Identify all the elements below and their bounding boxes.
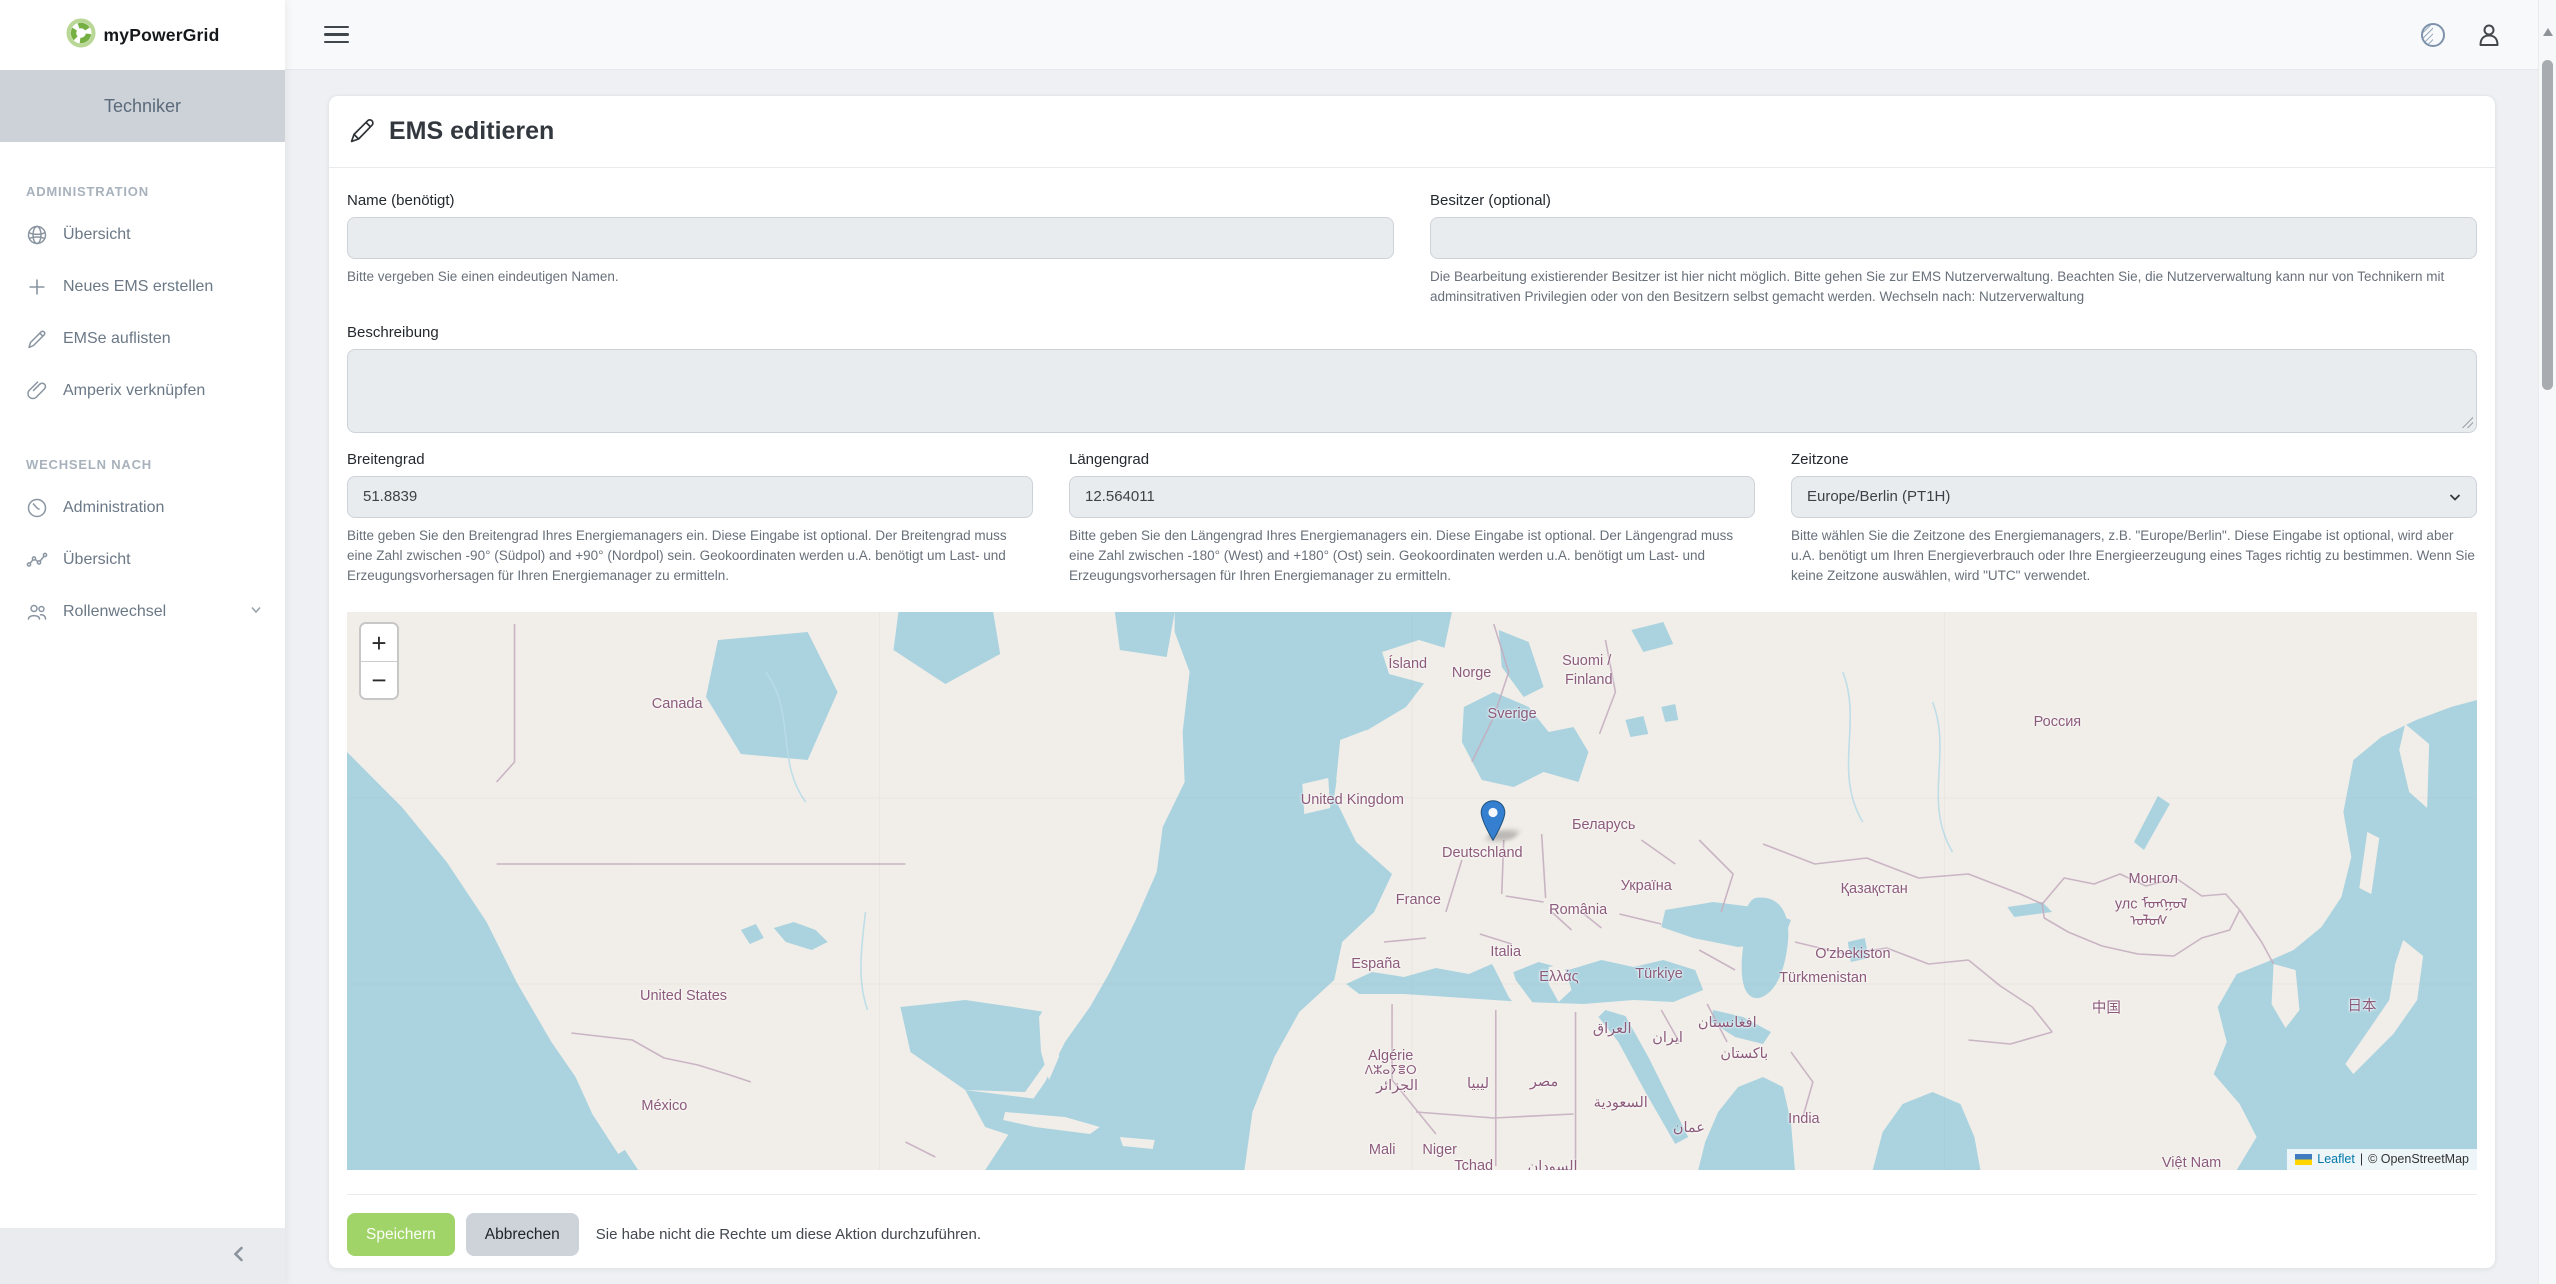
- sidebar: myPowerGrid Techniker ADMINISTRATION Übe…: [0, 0, 285, 1284]
- role-label: Techniker: [104, 96, 181, 117]
- name-help: Bitte vergeben Sie einen eindeutigen Nam…: [347, 267, 1394, 287]
- name-label: Name (benötigt): [347, 192, 1394, 209]
- compass-icon: [26, 497, 48, 519]
- sidebar-nav: ADMINISTRATION Übersicht Neues EMS erste…: [0, 142, 285, 1228]
- globe-icon: [26, 224, 48, 246]
- world-map-graphic: [347, 612, 2477, 1170]
- sidebar-item-label: Administration: [63, 499, 164, 517]
- besitzer-input[interactable]: [1430, 217, 2477, 259]
- sidebar-item-uebersicht[interactable]: Übersicht: [0, 209, 285, 261]
- map-zoom-control: + −: [359, 622, 399, 700]
- user-icon[interactable]: [2474, 20, 2504, 50]
- sidebar-section-administration: ADMINISTRATION: [0, 170, 285, 209]
- sidebar-item-uebersicht-2[interactable]: Übersicht: [0, 534, 285, 586]
- besitzer-label: Besitzer (optional): [1430, 192, 2477, 209]
- plus-icon: [26, 276, 48, 298]
- sidebar-item-amperix-verknuepfen[interactable]: Amperix verknüpfen: [0, 365, 285, 417]
- theme-contrast-icon[interactable]: [2418, 20, 2448, 50]
- osm-credit[interactable]: © OpenStreetMap: [2368, 1152, 2469, 1166]
- brand-name: myPowerGrid: [104, 25, 220, 46]
- sidebar-item-label: Übersicht: [63, 551, 131, 569]
- save-button[interactable]: Speichern: [347, 1213, 455, 1256]
- app-root: myPowerGrid Techniker ADMINISTRATION Übe…: [0, 0, 2556, 1284]
- beschreibung-field-group: Beschreibung: [347, 324, 2477, 433]
- permission-notice: Sie habe nicht die Rechte um diese Aktio…: [596, 1226, 981, 1243]
- sidebar-item-emse-auflisten[interactable]: EMSe auflisten: [0, 313, 285, 365]
- main-content: EMS editieren Name (benötigt) Bitte verg…: [285, 70, 2556, 1284]
- breitengrad-help: Bitte geben Sie den Breitengrad Ihres En…: [347, 526, 1033, 587]
- ems-edit-card: EMS editieren Name (benötigt) Bitte verg…: [328, 95, 2496, 1269]
- paperclip-icon: [26, 380, 48, 402]
- role-banner: Techniker: [0, 70, 285, 142]
- ukraine-flag-icon: [2295, 1154, 2312, 1165]
- beschreibung-textarea[interactable]: [347, 349, 2477, 433]
- menu-toggle-button[interactable]: [318, 20, 355, 50]
- zeitzone-select[interactable]: Europe/Berlin (PT1H): [1791, 476, 2477, 518]
- name-input[interactable]: [347, 217, 1394, 259]
- sidebar-item-label: Rollenwechsel: [63, 603, 166, 621]
- breitengrad-input[interactable]: [347, 476, 1033, 518]
- pen-icon: [347, 118, 375, 146]
- sidebar-item-label: Amperix verknüpfen: [63, 382, 205, 400]
- chevron-left-icon: [229, 1244, 249, 1269]
- leaflet-link[interactable]: Leaflet: [2317, 1152, 2355, 1166]
- cancel-button[interactable]: Abbrechen: [466, 1213, 579, 1256]
- laengengrad-field-group: Längengrad Bitte geben Sie den Längengra…: [1069, 451, 1755, 587]
- topbar: [285, 0, 2556, 70]
- zeitzone-label: Zeitzone: [1791, 451, 2477, 468]
- besitzer-field-group: Besitzer (optional) Die Bearbeitung exis…: [1430, 192, 2477, 308]
- sidebar-item-neues-ems-erstellen[interactable]: Neues EMS erstellen: [0, 261, 285, 313]
- attribution-separator: |: [2360, 1152, 2363, 1166]
- scrollbar-thumb[interactable]: [2542, 60, 2553, 390]
- map-attribution: Leaflet | © OpenStreetMap: [2287, 1149, 2477, 1170]
- sidebar-item-rollenwechsel[interactable]: Rollenwechsel: [0, 586, 285, 638]
- topbar-actions: [2418, 20, 2504, 50]
- scrollbar-up-arrow-icon[interactable]: [2543, 28, 2553, 36]
- sidebar-collapse-button[interactable]: [0, 1228, 285, 1284]
- laengengrad-help: Bitte geben Sie den Längengrad Ihres Ene…: [1069, 526, 1755, 587]
- zoom-in-button[interactable]: +: [361, 624, 397, 661]
- zeitzone-field-group: Zeitzone Europe/Berlin (PT1H) Bitte wähl…: [1791, 451, 2477, 587]
- page-scrollbar[interactable]: [2538, 0, 2556, 1284]
- brand-logo-icon: [66, 18, 96, 53]
- location-marker-icon[interactable]: [1480, 800, 1505, 841]
- beschreibung-label: Beschreibung: [347, 324, 2477, 341]
- zeitzone-help: Bitte wählen Sie die Zeitzone des Energi…: [1791, 526, 2477, 587]
- besitzer-help: Die Bearbeitung existierender Besitzer i…: [1430, 267, 2477, 308]
- chevron-down-icon: [249, 603, 263, 622]
- name-field-group: Name (benötigt) Bitte vergeben Sie einen…: [347, 192, 1394, 308]
- sidebar-item-label: Übersicht: [63, 226, 131, 244]
- card-body: Name (benötigt) Bitte vergeben Sie einen…: [329, 168, 2495, 1170]
- breitengrad-field-group: Breitengrad Bitte geben Sie den Breiteng…: [347, 451, 1033, 587]
- sidebar-item-label: Neues EMS erstellen: [63, 278, 213, 296]
- users-icon: [26, 601, 48, 623]
- zoom-out-button[interactable]: −: [361, 661, 397, 698]
- leaflet-map[interactable]: CanadaUnited StatesMéxicoÍslandNorgeSuom…: [347, 612, 2477, 1170]
- pencil-icon: [26, 328, 48, 350]
- laengengrad-input[interactable]: [1069, 476, 1755, 518]
- sidebar-section-wechseln-nach: WECHSELN NACH: [0, 443, 285, 482]
- page-title: EMS editieren: [389, 117, 554, 146]
- sidebar-item-label: EMSe auflisten: [63, 330, 171, 348]
- activity-icon: [26, 549, 48, 571]
- breitengrad-label: Breitengrad: [347, 451, 1033, 468]
- form-actions: Speichern Abbrechen Sie habe nicht die R…: [347, 1194, 2477, 1268]
- laengengrad-label: Längengrad: [1069, 451, 1755, 468]
- brand[interactable]: myPowerGrid: [0, 0, 285, 70]
- sidebar-item-administration[interactable]: Administration: [0, 482, 285, 534]
- card-header: EMS editieren: [329, 96, 2495, 168]
